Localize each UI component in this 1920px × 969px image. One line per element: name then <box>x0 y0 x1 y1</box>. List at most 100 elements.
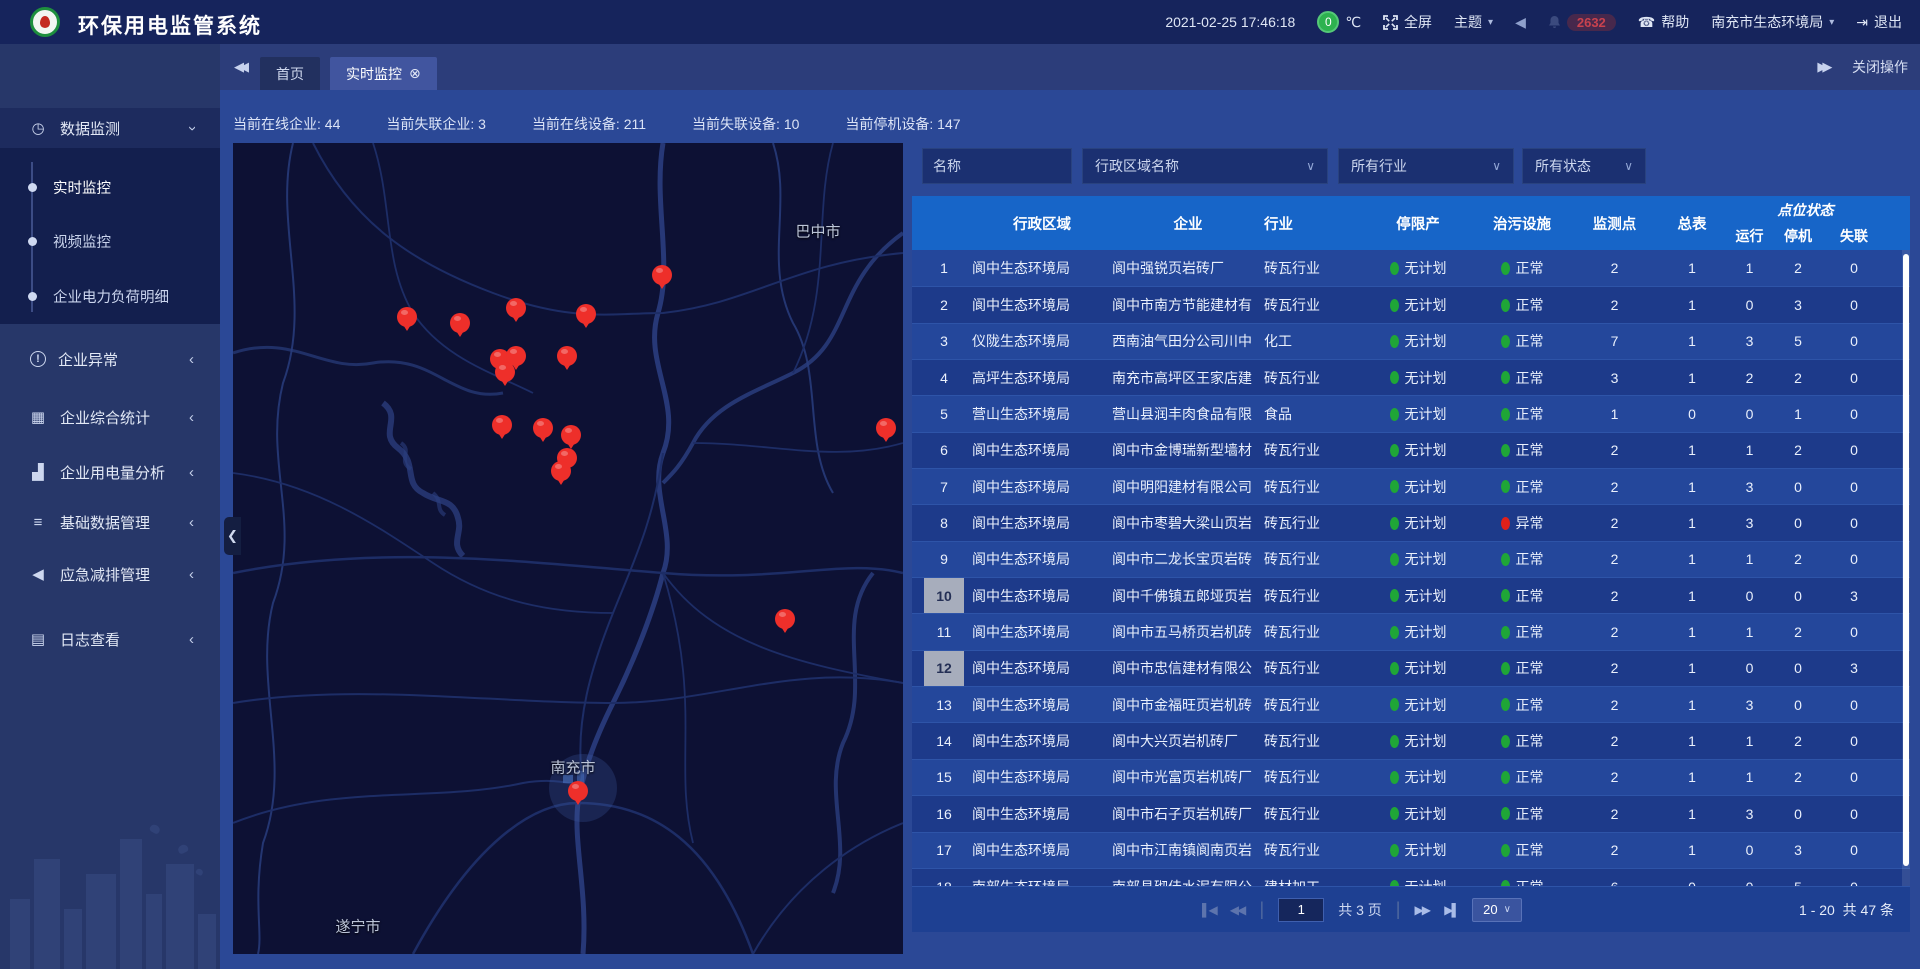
cell-index: 2 <box>912 287 968 322</box>
cell-industry: 建材加工 <box>1264 869 1364 886</box>
bullet-icon <box>28 237 37 246</box>
map-pin-10[interactable] <box>492 415 512 435</box>
org-menu[interactable]: 南充市生态环境局▾ <box>1711 12 1834 32</box>
tab-实时监控[interactable]: 实时监控⊗ <box>330 57 437 90</box>
map-pin-12[interactable] <box>561 425 581 445</box>
map-pin-8[interactable] <box>495 362 515 382</box>
table-row[interactable]: 13阆中生态环境局阆中市金福旺页岩机砖砖瓦行业无计划正常21300 <box>912 686 1910 722</box>
cell-region: 南部生态环境局 <box>968 869 1112 886</box>
sidebar-item-视频监控[interactable]: 视频监控 <box>0 223 220 259</box>
cell-region: 阆中生态环境局 <box>968 287 1112 322</box>
sidebar-group-基础数据管理[interactable]: ≡基础数据管理‹ <box>0 502 220 542</box>
map-pin-3[interactable] <box>506 298 526 318</box>
tab-首页[interactable]: 首页 <box>260 57 320 90</box>
cell-monitor-count: 3 <box>1572 360 1657 395</box>
stats-icon: ▦ <box>28 408 48 426</box>
sidebar-collapse-handle[interactable]: ❮ <box>224 517 241 555</box>
sidebar-item-企业电力负荷明细[interactable]: 企业电力负荷明细 <box>0 278 220 314</box>
map-pin-1[interactable] <box>397 307 417 327</box>
cell-halt-count: 0 <box>1772 796 1824 831</box>
sidebar-group-数据监测[interactable]: ◷数据监测‹ <box>0 108 220 148</box>
name-filter-input[interactable] <box>922 148 1072 184</box>
region-filter-select[interactable]: 行政区域名称∨ <box>1082 148 1328 184</box>
table-row[interactable]: 18南部生态环境局南部县砌佳水泥有限公建材加工无计划正常60050 <box>912 868 1910 886</box>
close-operations-button[interactable]: 关闭操作 <box>1852 57 1908 77</box>
sidebar-item-实时监控[interactable]: 实时监控 <box>0 169 220 205</box>
cell-run-count: 0 <box>1727 287 1772 322</box>
map-pin-11[interactable] <box>533 418 553 438</box>
table-row[interactable]: 16阆中生态环境局阆中市石子页岩机砖厂砖瓦行业无计划正常21300 <box>912 795 1910 831</box>
help-button[interactable]: ☎ 帮助 <box>1638 12 1689 32</box>
tab-close-icon[interactable]: ⊗ <box>409 65 421 82</box>
status-filter-select[interactable]: 所有状态∨ <box>1522 148 1646 184</box>
table-row[interactable]: 2阆中生态环境局阆中市南方节能建材有砖瓦行业无计划正常21030 <box>912 286 1910 322</box>
cell-meter-count: 1 <box>1657 723 1727 758</box>
map-pin-9[interactable] <box>557 346 577 366</box>
table-row[interactable]: 17阆中生态环境局阆中市江南镇阆南页岩砖瓦行业无计划正常21030 <box>912 832 1910 868</box>
sidebar-group-企业异常[interactable]: !企业异常‹ <box>0 339 220 379</box>
table-row[interactable]: 11阆中生态环境局阆中市五马桥页岩机砖砖瓦行业无计划正常21120 <box>912 613 1910 649</box>
map-panel[interactable]: 巴中市南充市遂宁市 <box>233 143 903 954</box>
map-pin-14[interactable] <box>551 461 571 481</box>
cell-halt-count: 0 <box>1772 578 1824 613</box>
alarm-indicator[interactable]: 2632 <box>1548 14 1616 31</box>
table-row[interactable]: 8阆中生态环境局阆中市枣碧大梁山页岩砖瓦行业无计划异常21300 <box>912 504 1910 540</box>
table-row[interactable]: 3仪陇生态环境局西南油气田分公司川中化工无计划正常71350 <box>912 323 1910 359</box>
sidebar-group-日志查看[interactable]: ▤日志查看‹ <box>0 619 220 659</box>
table-row[interactable]: 9阆中生态环境局阆中市二龙长宝页岩砖砖瓦行业无计划正常21120 <box>912 541 1910 577</box>
cell-stop-status: 无计划 <box>1364 469 1472 504</box>
scrollbar-thumb[interactable] <box>1903 254 1909 866</box>
cell-facility-status: 正常 <box>1472 433 1572 468</box>
prev-page-icon[interactable]: ◀◀ <box>1230 903 1246 917</box>
table-row[interactable]: 6阆中生态环境局阆中市金博瑞新型墙材砖瓦行业无计划正常21120 <box>912 432 1910 468</box>
map-pin-16[interactable] <box>775 609 795 629</box>
page-size-select[interactable]: 20∨ <box>1472 898 1522 922</box>
status-dot-icon <box>1501 371 1510 384</box>
temperature-badge: 0 <box>1317 11 1339 33</box>
first-page-icon[interactable]: ▌◀ <box>1202 903 1216 917</box>
industry-filter-select[interactable]: 所有行业∨ <box>1338 148 1514 184</box>
table-row[interactable]: 14阆中生态环境局阆中大兴页岩机砖厂砖瓦行业无计划正常21120 <box>912 722 1910 758</box>
sidebar-group-企业综合统计[interactable]: ▦企业综合统计‹ <box>0 397 220 437</box>
enterprise-table-panel: 行政区域名称∨ 所有行业∨ 所有状态∨ 行政区域 企业 行业 停限产 治污设施 … <box>912 143 1910 954</box>
table-row[interactable]: 15阆中生态环境局阆中市光富页岩机砖厂砖瓦行业无计划正常21120 <box>912 759 1910 795</box>
fullscreen-button[interactable]: 全屏 <box>1383 12 1432 32</box>
next-page-icon[interactable]: ▶▶ <box>1414 903 1430 917</box>
table-row[interactable]: 10阆中生态环境局阆中千佛镇五郎垭页岩砖瓦行业无计划正常21003 <box>912 577 1910 613</box>
page-number-input[interactable] <box>1278 898 1324 922</box>
cell-industry: 砖瓦行业 <box>1264 360 1364 395</box>
cell-company: 阆中市江南镇阆南页岩 <box>1112 833 1264 868</box>
tabs-scroll-left-icon[interactable]: ◀◀ <box>234 59 243 75</box>
map-pin-5[interactable] <box>652 265 672 285</box>
cell-stop-status: 无计划 <box>1364 433 1472 468</box>
sidebar-group-企业用电量分析[interactable]: ▟企业用电量分析‹ <box>0 452 220 492</box>
status-dot-icon <box>1390 335 1399 348</box>
table-row[interactable]: 5营山生态环境局营山县润丰肉食品有限食品无计划正常10010 <box>912 395 1910 431</box>
map-pin-15[interactable] <box>876 418 896 438</box>
table-scrollbar[interactable] <box>1902 250 1910 886</box>
map-pin-17[interactable] <box>568 781 588 801</box>
table-row[interactable]: 12阆中生态环境局阆中市忠信建材有限公砖瓦行业无计划正常21003 <box>912 650 1910 686</box>
cell-region: 阆中生态环境局 <box>968 578 1112 613</box>
map-pin-4[interactable] <box>576 304 596 324</box>
logout-button[interactable]: ⇥ 退出 <box>1856 12 1902 32</box>
cell-run-count: 0 <box>1727 651 1772 686</box>
tabs-scroll-right-icon[interactable]: ▶▶ <box>1817 59 1826 75</box>
cell-run-count: 1 <box>1727 614 1772 649</box>
table-row[interactable]: 1阆中生态环境局阆中强锐页岩砖厂砖瓦行业无计划正常21120 <box>912 250 1910 286</box>
col-industry: 行业 <box>1264 196 1364 250</box>
stat-当前失联企业: 当前失联企业: 3 <box>386 114 486 134</box>
last-page-icon[interactable]: ▶▌ <box>1444 903 1458 917</box>
cell-industry: 砖瓦行业 <box>1264 578 1364 613</box>
table-row[interactable]: 4高坪生态环境局南充市高坪区王家店建砖瓦行业无计划正常31220 <box>912 359 1910 395</box>
status-dot-icon <box>1390 698 1399 711</box>
cell-region: 阆中生态环境局 <box>968 796 1112 831</box>
mute-button[interactable]: ◀ <box>1515 14 1526 31</box>
chevron-down-icon: ∨ <box>1624 159 1633 173</box>
cell-index: 3 <box>912 324 968 359</box>
cell-region: 阆中生态环境局 <box>968 723 1112 758</box>
map-pin-2[interactable] <box>450 313 470 333</box>
sidebar-group-应急减排管理[interactable]: ◀应急减排管理‹ <box>0 554 220 594</box>
theme-menu[interactable]: 主题▾ <box>1454 12 1493 32</box>
table-row[interactable]: 7阆中生态环境局阆中明阳建材有限公司砖瓦行业无计划正常21300 <box>912 468 1910 504</box>
